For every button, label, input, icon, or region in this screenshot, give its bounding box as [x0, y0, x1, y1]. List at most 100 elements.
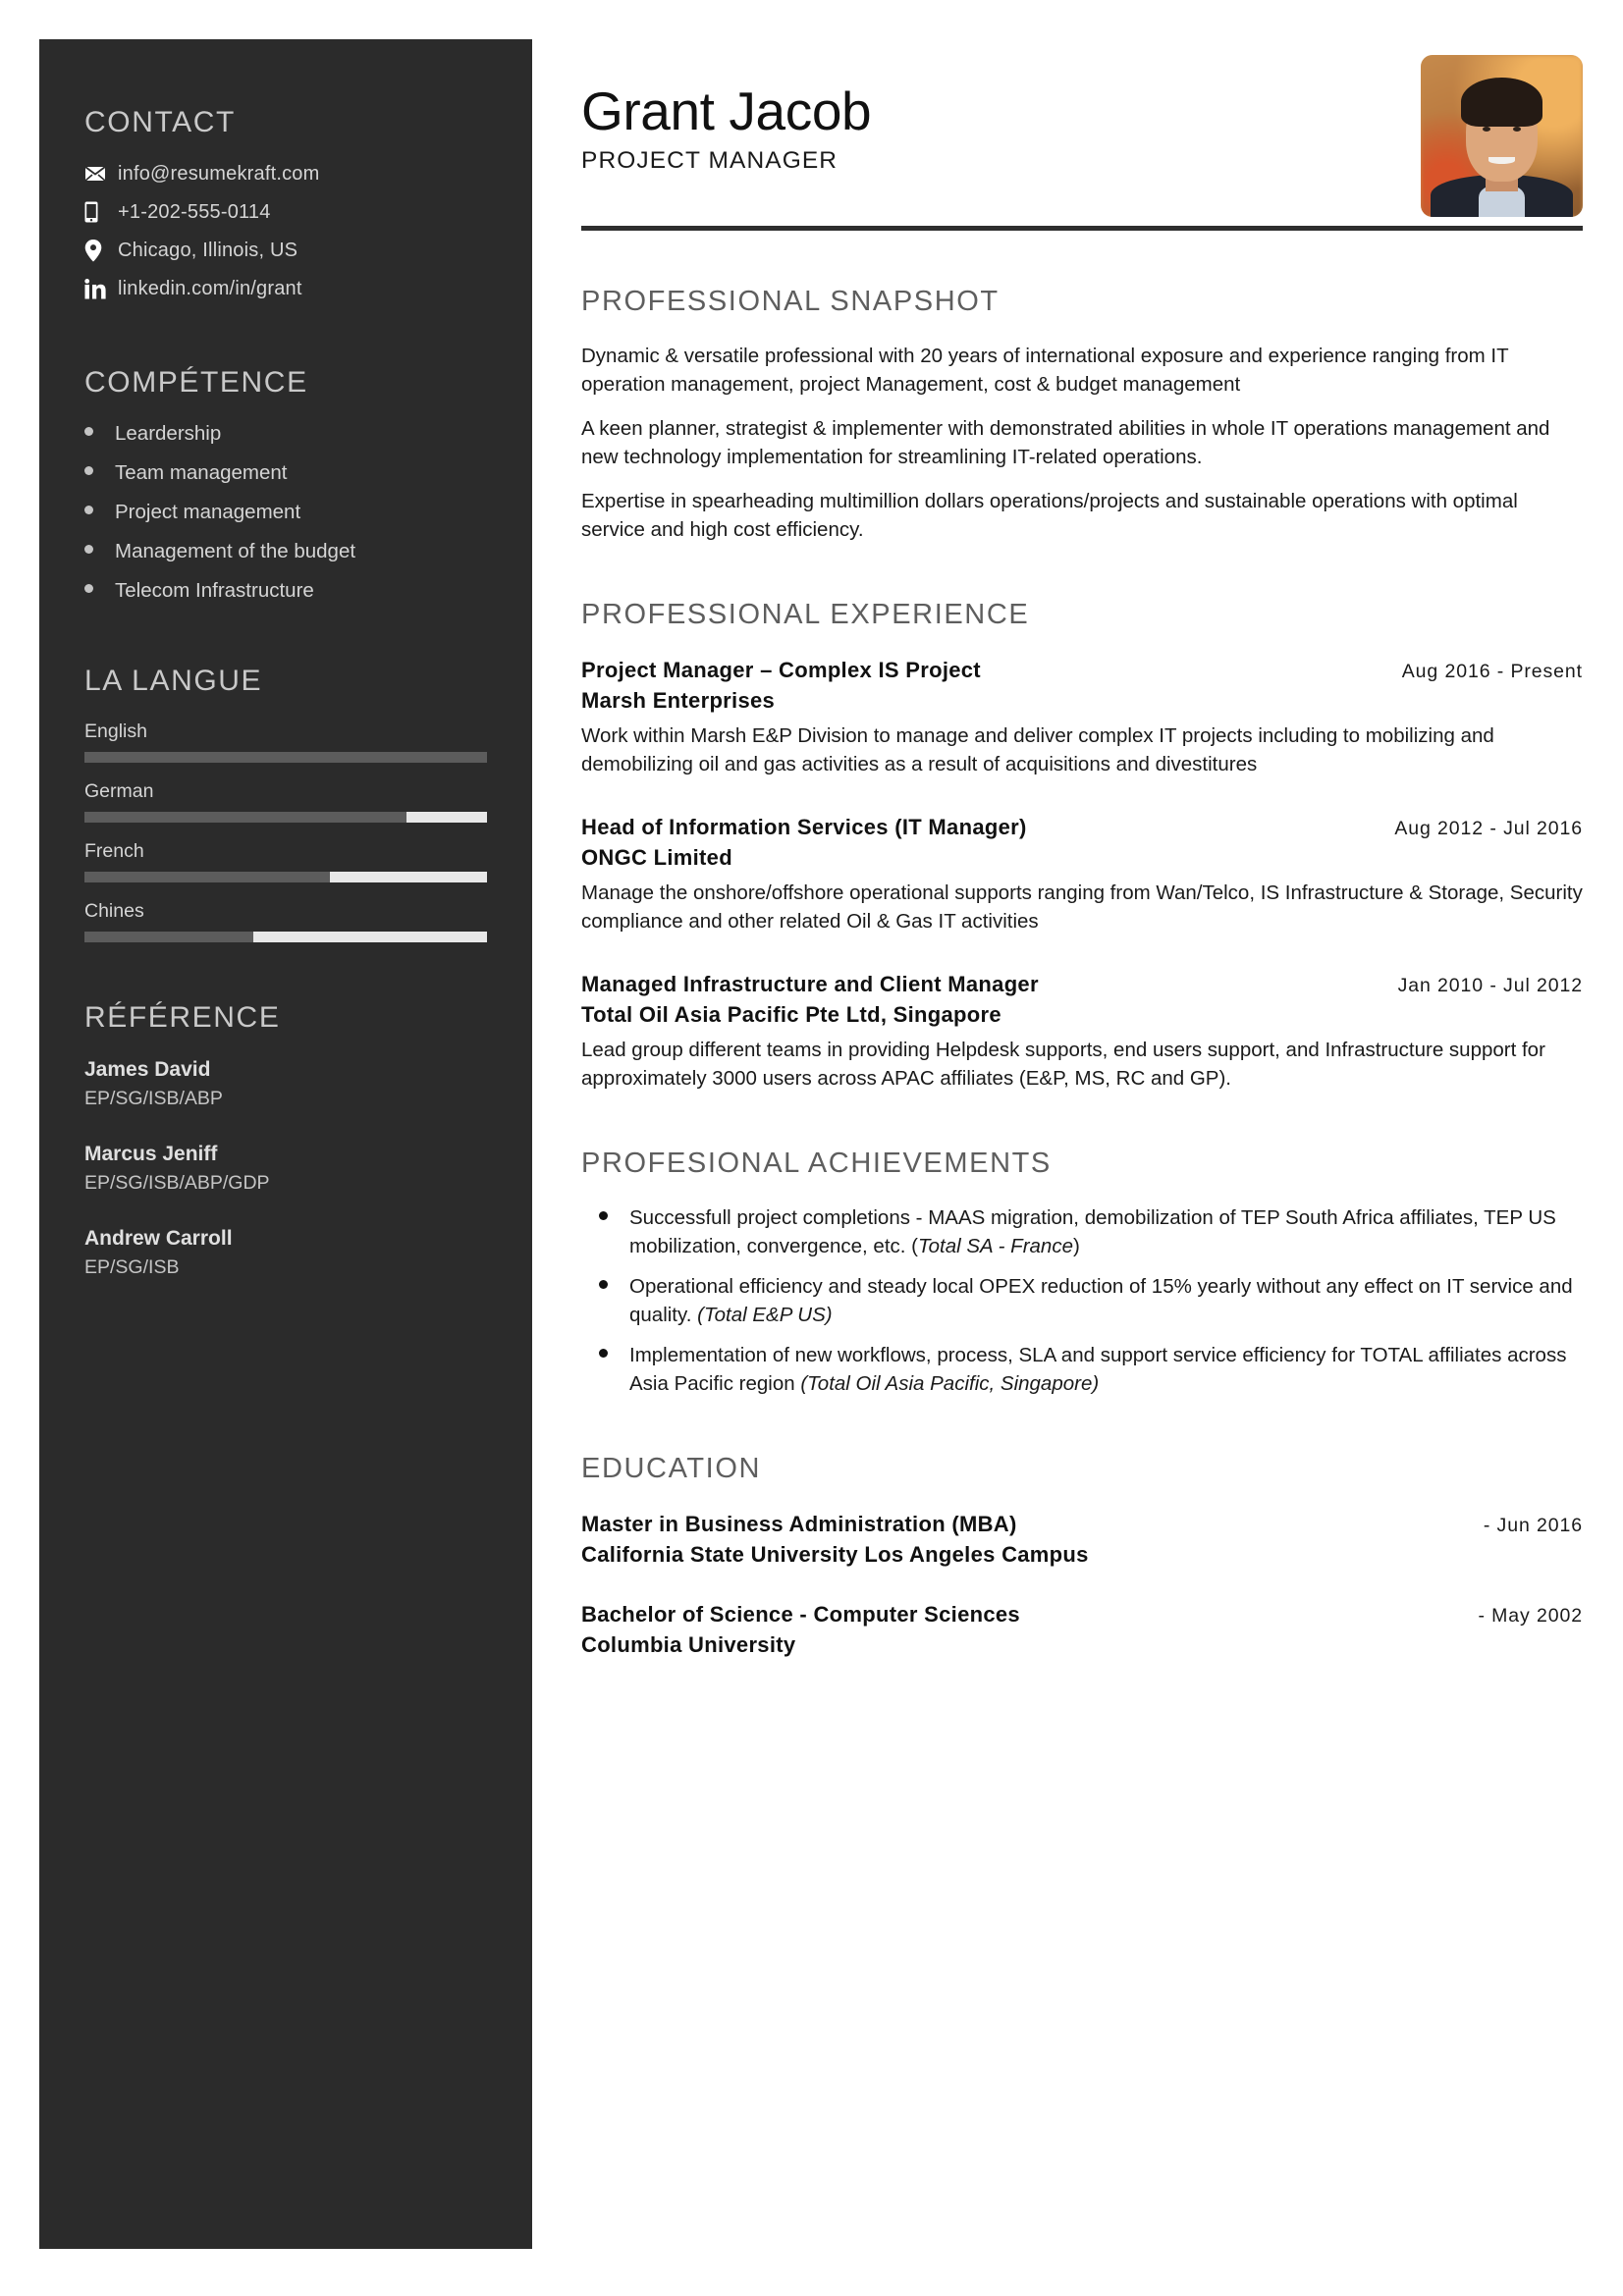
achievement-emphasis: (Total E&P US): [697, 1304, 833, 1326]
language-bar-fill: [84, 872, 331, 882]
experience-company: ONGC Limited: [581, 845, 732, 870]
job-subtitle: PROJECT MANAGER: [581, 147, 839, 174]
reference-role: EP/SG/ISB: [84, 1256, 180, 1278]
competence-label: Management of the budget: [115, 540, 356, 562]
achievement-main: Successfull project completions - MAAS m…: [629, 1206, 1556, 1257]
contact-item-linkedin[interactable]: linkedin.com/in/grant: [84, 276, 487, 301]
list-item: Leardership: [84, 421, 487, 447]
photo-hair: [1461, 78, 1542, 127]
list-item: Marcus Jeniff EP/SG/ISB/ABP/GDP: [84, 1141, 487, 1196]
language-bar-fill: [84, 812, 406, 823]
list-item: Team management: [84, 460, 487, 486]
contact-value-email: info@resumekraft.com: [118, 163, 320, 185]
contact-item-email[interactable]: info@resumekraft.com: [84, 161, 487, 187]
competence-label: Telecom Infrastructure: [115, 579, 314, 602]
language-item-english: English: [84, 720, 487, 763]
achievements-heading: PROFESIONAL ACHIEVEMENTS: [581, 1148, 1052, 1179]
achievement-tail: ): [1072, 1235, 1080, 1257]
experience-title: Project Manager – Complex IS Project: [581, 658, 981, 682]
language-label: English: [84, 721, 147, 742]
experience-item-top: Project Manager – Complex IS Project Aug…: [581, 655, 1583, 685]
language-bar-track: [84, 872, 487, 882]
snapshot-heading: PROFESSIONAL SNAPSHOT: [581, 286, 1000, 317]
language-label: German: [84, 780, 154, 802]
competence-heading: COMPÉTENCE: [84, 366, 308, 399]
education-section: EDUCATION Master in Business Administrat…: [581, 1453, 1583, 1660]
experience-description: Manage the onshore/offshore operational …: [581, 881, 1583, 933]
reference-heading: RÉFÉRENCE: [84, 1001, 281, 1034]
photo-eye-right: [1513, 126, 1522, 132]
language-item-german: German: [84, 779, 487, 823]
experience-item-top: Managed Infrastructure and Client Manage…: [581, 969, 1583, 999]
list-item: Implementation of new workflows, process…: [581, 1341, 1583, 1398]
education-date: - May 2002: [1478, 1605, 1583, 1627]
language-heading: LA LANGUE: [84, 665, 263, 697]
education-heading: EDUCATION: [581, 1453, 762, 1484]
snapshot-section: PROFESSIONAL SNAPSHOT Dynamic & versatil…: [581, 286, 1583, 544]
bullet-dot-icon: [84, 545, 93, 554]
language-bar-track: [84, 932, 487, 942]
contact-list: info@resumekraft.com +1-202-555-0114 Chi…: [84, 161, 487, 301]
achievement-emphasis: (Total Oil Asia Pacific, Singapore): [800, 1372, 1100, 1395]
contact-heading: CONTACT: [84, 106, 236, 138]
language-bar-track: [84, 812, 487, 823]
contact-item-phone[interactable]: +1-202-555-0114: [84, 199, 487, 225]
contact-item-location[interactable]: Chicago, Illinois, US: [84, 238, 487, 263]
competence-section: COMPÉTENCE Leardership Team management P…: [84, 366, 487, 604]
list-item: Management of the budget: [84, 539, 487, 564]
experience-date: Aug 2012 - Jul 2016: [1394, 818, 1583, 839]
experience-item: Managed Infrastructure and Client Manage…: [581, 969, 1583, 1093]
reference-name: Marcus Jeniff: [84, 1143, 218, 1165]
education-item-top: Master in Business Administration (MBA) …: [581, 1509, 1583, 1539]
experience-company: Marsh Enterprises: [581, 688, 776, 713]
list-item: Successfull project completions - MAAS m…: [581, 1203, 1583, 1260]
avatar: [1421, 55, 1583, 217]
education-date: - Jun 2016: [1483, 1515, 1583, 1536]
map-pin-icon: [84, 239, 118, 262]
education-degree: Bachelor of Science - Computer Sciences: [581, 1602, 1020, 1627]
experience-heading: PROFESSIONAL EXPERIENCE: [581, 599, 1030, 630]
bullet-dot-icon: [599, 1280, 608, 1289]
reference-list: James David EP/SG/ISB/ABP Marcus Jeniff …: [84, 1056, 487, 1280]
reference-role: EP/SG/ISB/ABP: [84, 1088, 223, 1109]
experience-date: Aug 2016 - Present: [1401, 661, 1583, 682]
education-degree: Master in Business Administration (MBA): [581, 1512, 1017, 1536]
language-bar-fill: [84, 932, 254, 942]
contact-section: CONTACT info@resumekraft.com +1-202-555-…: [84, 106, 487, 301]
resume-header: Grant Jacob PROJECT MANAGER: [581, 39, 1583, 224]
list-item: Project management: [84, 500, 487, 525]
bullet-dot-icon: [84, 584, 93, 593]
experience-item-top: Head of Information Services (IT Manager…: [581, 812, 1583, 842]
language-bar-track: [84, 752, 487, 763]
experience-title: Managed Infrastructure and Client Manage…: [581, 972, 1039, 996]
achievement-text: Operational efficiency and steady local …: [629, 1272, 1583, 1329]
language-item-chines: Chines: [84, 899, 487, 942]
snapshot-paragraph: Expertise in spearheading multimillion d…: [581, 490, 1518, 541]
education-school: Columbia University: [581, 1632, 796, 1657]
language-bar-fill: [84, 752, 487, 763]
bullet-dot-icon: [84, 506, 93, 514]
contact-value-location: Chicago, Illinois, US: [118, 240, 298, 261]
competence-label: Team management: [115, 461, 288, 484]
achievement-text: Successfull project completions - MAAS m…: [629, 1203, 1583, 1260]
snapshot-paragraph: Dynamic & versatile professional with 20…: [581, 345, 1509, 396]
photo-eye-left: [1482, 126, 1490, 132]
experience-date: Jan 2010 - Jul 2012: [1397, 975, 1583, 996]
list-item: Operational efficiency and steady local …: [581, 1272, 1583, 1329]
page-title: Grant Jacob: [581, 80, 872, 141]
language-label: Chines: [84, 900, 144, 922]
sidebar: CONTACT info@resumekraft.com +1-202-555-…: [39, 39, 532, 2249]
reference-role: EP/SG/ISB/ABP/GDP: [84, 1172, 270, 1194]
main-content: Grant Jacob PROJECT MANAGER PROFESSIONAL…: [581, 39, 1583, 1660]
reference-name: James David: [84, 1058, 211, 1081]
achievement-emphasis: Total SA - France: [917, 1235, 1073, 1257]
achievements-section: PROFESIONAL ACHIEVEMENTS Successfull pro…: [581, 1148, 1583, 1398]
achievements-list: Successfull project completions - MAAS m…: [581, 1203, 1583, 1398]
list-item: Telecom Infrastructure: [84, 578, 487, 604]
reference-name: Andrew Carroll: [84, 1227, 233, 1250]
language-item-french: French: [84, 839, 487, 882]
header-divider: [581, 226, 1583, 231]
language-list: English German French Chines: [84, 720, 487, 942]
list-item: James David EP/SG/ISB/ABP: [84, 1056, 487, 1111]
competence-list: Leardership Team management Project mana…: [84, 421, 487, 604]
